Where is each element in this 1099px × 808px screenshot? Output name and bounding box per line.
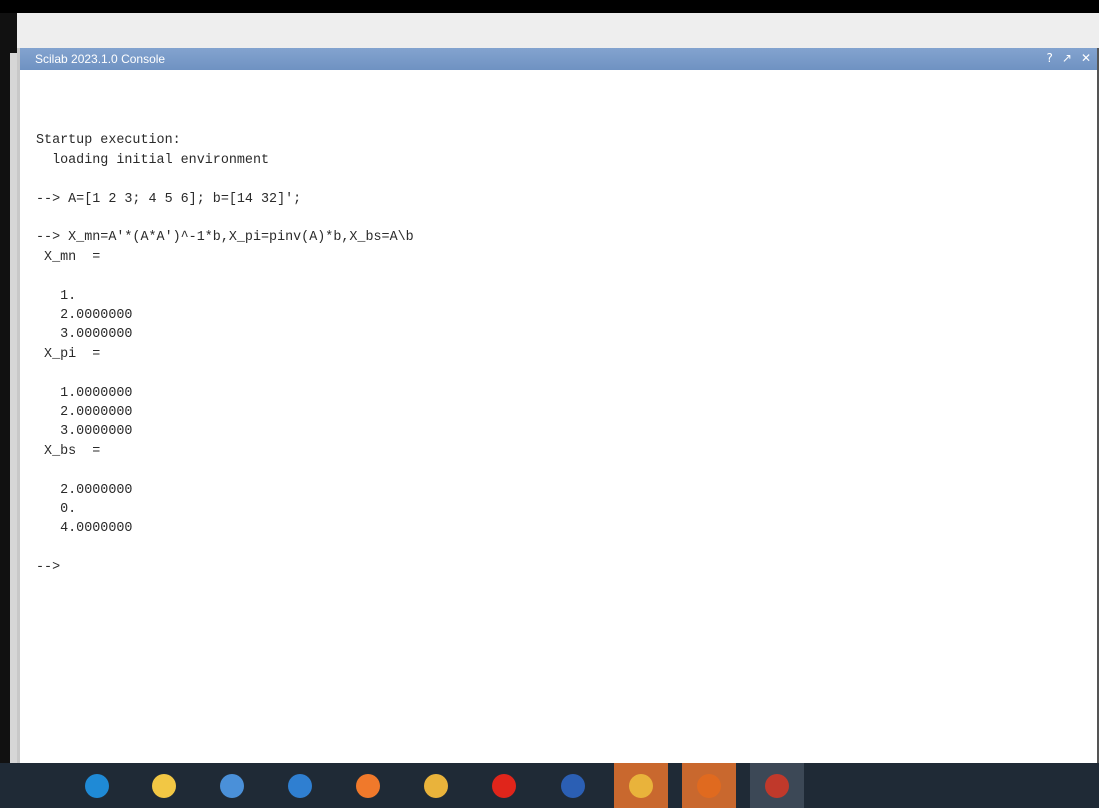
left-dock-bar	[10, 53, 17, 763]
console-line: 2.0000000	[36, 482, 133, 498]
taskbar-item[interactable]	[205, 763, 259, 808]
word-icon	[561, 773, 585, 798]
help-icon[interactable]: ?	[1047, 51, 1053, 66]
window-controls: ? ↗ ✕	[1047, 51, 1092, 66]
top-bezel	[0, 0, 1099, 13]
mail-icon	[288, 773, 312, 798]
matlab-icon	[697, 773, 721, 798]
edge-icon	[85, 773, 109, 798]
console-titlebar[interactable]: Scilab 2023.1.0 Console ? ↗ ✕	[20, 48, 1099, 70]
taskbar-item[interactable]	[614, 763, 668, 808]
left-bezel	[0, 13, 17, 763]
file-explorer-icon	[152, 773, 176, 798]
taskbar	[0, 763, 1099, 808]
console-line: loading initial environment	[36, 152, 270, 168]
console-title: Scilab 2023.1.0 Console	[35, 52, 166, 66]
undock-icon[interactable]: ↗	[1062, 51, 1072, 66]
close-icon[interactable]: ✕	[1081, 51, 1091, 66]
scilab-icon	[765, 773, 789, 798]
taskbar-item[interactable]	[70, 763, 124, 808]
console-line: 1.	[36, 288, 77, 304]
console-line: 0.	[36, 502, 77, 518]
taskbar-item[interactable]	[477, 763, 531, 808]
taskbar-item[interactable]	[750, 763, 804, 808]
console-line: --> A=[1 2 3; 4 5 6]; b=[14 32]';	[36, 191, 302, 207]
console-line: -->	[36, 560, 61, 576]
taskbar-item[interactable]	[341, 763, 395, 808]
console-line: X_bs =	[36, 443, 101, 459]
console-line: X_pi =	[36, 346, 101, 362]
taskbar-item[interactable]	[546, 763, 600, 808]
console-line: X_mn =	[36, 249, 101, 265]
firefox-icon	[356, 773, 380, 798]
chrome-icon	[424, 773, 448, 798]
console-line: 2.0000000	[36, 405, 133, 421]
scilab-console-window[interactable]: Scilab 2023.1.0 Console ? ↗ ✕ Startup ex…	[17, 48, 1099, 763]
taskbar-item[interactable]	[409, 763, 463, 808]
console-line: 2.0000000	[36, 308, 133, 323]
console-output[interactable]: Startup execution: loading initial envir…	[36, 112, 414, 578]
console-line: --> X_mn=A'*(A*A')^-1*b,X_pi=pinv(A)*b,X…	[36, 230, 414, 246]
taskbar-item[interactable]	[137, 763, 191, 808]
opera-icon	[492, 773, 516, 798]
taskbar-item[interactable]	[273, 763, 327, 808]
taskbar-item[interactable]	[682, 763, 736, 808]
chrome-icon	[629, 773, 653, 798]
console-line: 3.0000000	[36, 327, 133, 343]
console-line: Startup execution:	[36, 133, 181, 149]
console-line: 4.0000000	[36, 521, 133, 537]
console-line: 1.0000000	[36, 385, 133, 401]
app-chrome-strip	[17, 13, 1099, 48]
console-line: 3.0000000	[36, 424, 133, 440]
store-icon	[220, 773, 244, 798]
desktop-screen: Scilab 2023.1.0 Console ? ↗ ✕ Startup ex…	[0, 0, 1099, 808]
